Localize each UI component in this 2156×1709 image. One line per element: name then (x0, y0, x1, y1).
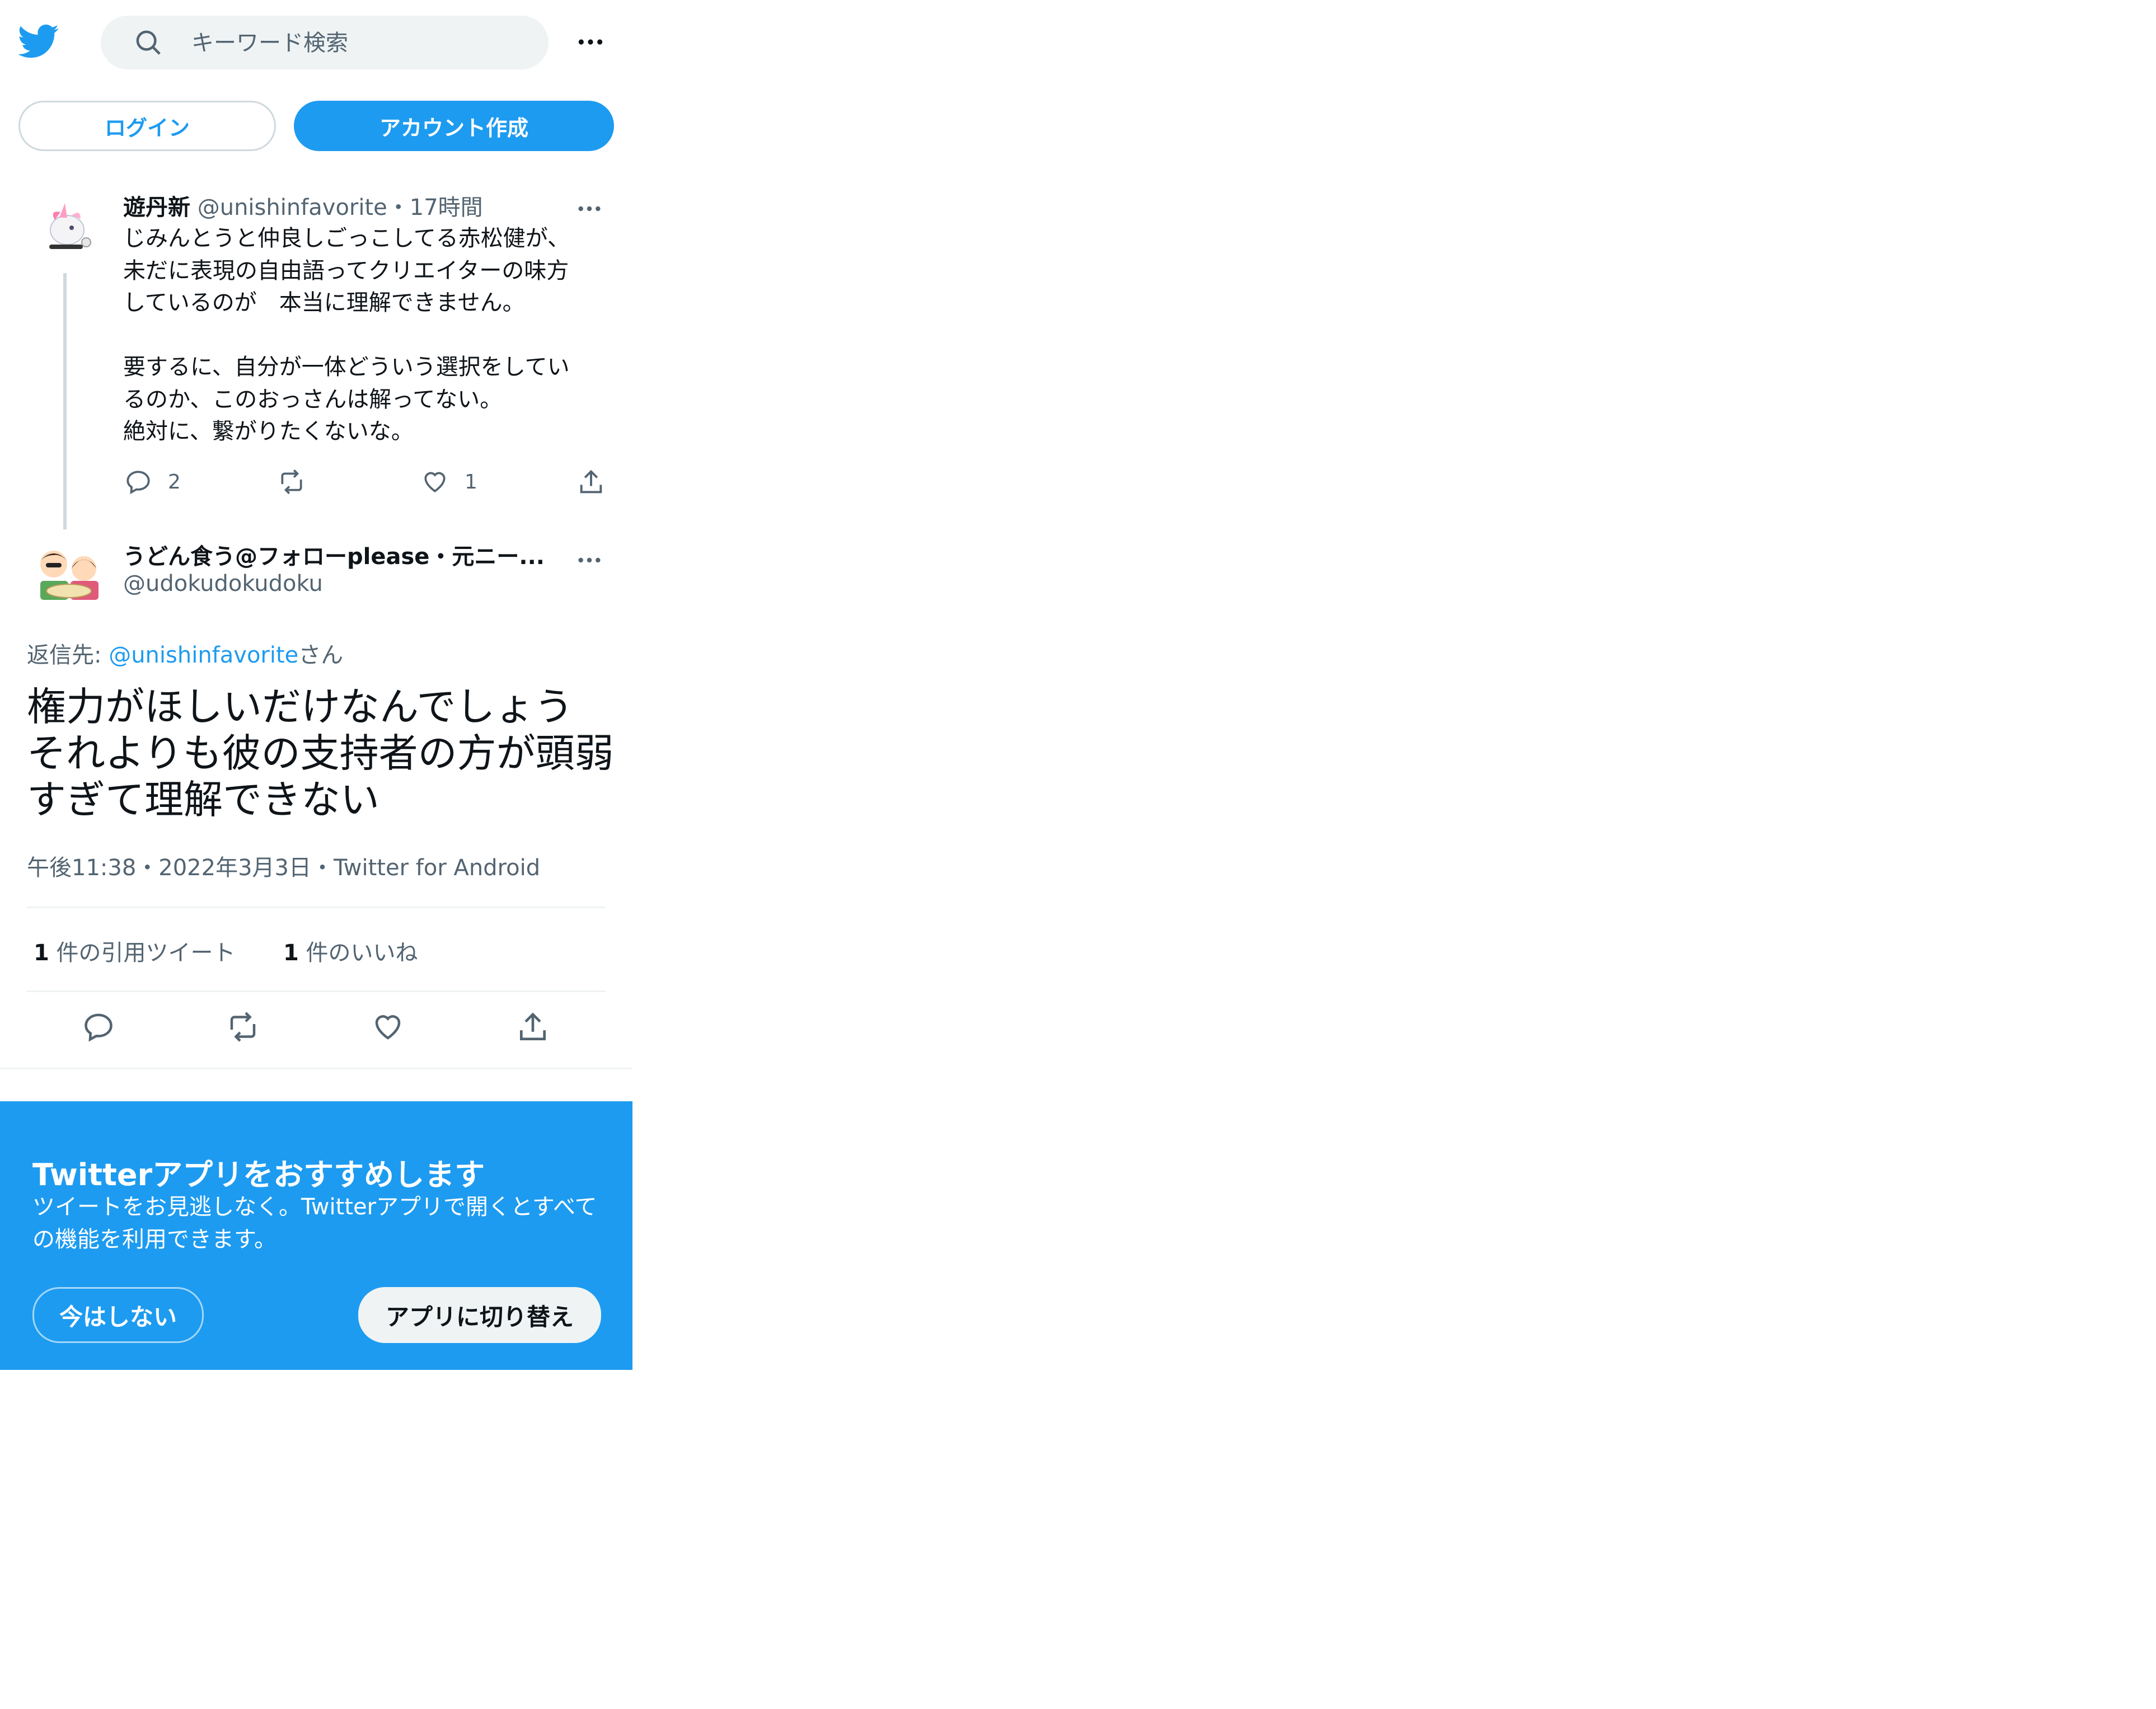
tweet-actions (27, 1010, 606, 1060)
login-button[interactable]: ログイン (18, 101, 276, 151)
search-icon (133, 27, 163, 58)
author-name[interactable]: 遊丹新 (123, 195, 190, 220)
tweet-time[interactable]: 午後11:38 (27, 855, 136, 881)
reply-prefix: 返信先: (27, 642, 109, 668)
likes-link[interactable]: 1 件のいいね (283, 940, 418, 966)
signup-button[interactable]: アカウント作成 (294, 101, 614, 151)
tweet-text: じみんとうと仲良しごっこしてる赤松健が、 未だに表現の自由語ってクリエイターの味… (123, 226, 570, 444)
reply-suffix: さん (298, 642, 344, 668)
like-label: 件のいいね (298, 940, 418, 966)
share-button[interactable] (577, 468, 606, 497)
heart-icon (421, 468, 449, 496)
like-count: 1 (283, 940, 299, 966)
author-handle[interactable]: @unishinfavorite (198, 195, 387, 220)
twitter-logo-icon[interactable] (18, 24, 59, 59)
tweet-header: 遊丹新 @unishinfavorite・17時間 (123, 189, 483, 222)
avatar[interactable] (32, 541, 105, 602)
search-input[interactable] (190, 27, 528, 59)
more-icon[interactable] (577, 28, 604, 56)
like-count: 1 (465, 470, 477, 494)
author-name[interactable]: うどん食う@フォローplease・元ニー... (123, 538, 545, 571)
not-now-button[interactable]: 今はしない (32, 1287, 204, 1343)
separator: ・ (136, 855, 159, 881)
heart-icon[interactable] (371, 1010, 405, 1044)
reply-button[interactable]: 2 (124, 468, 181, 496)
reply-to-link[interactable]: @unishinfavorite (109, 642, 298, 668)
like-button[interactable]: 1 (421, 468, 477, 496)
retweet-button[interactable] (277, 468, 306, 496)
quote-count: 1 (34, 940, 49, 966)
thread-line (63, 273, 67, 529)
share-icon[interactable] (515, 1010, 550, 1045)
quote-label: 件の引用ツイート (49, 940, 236, 966)
quote-tweets-link[interactable]: 1 件の引用ツイート (34, 940, 236, 966)
reply-context: 返信先: @unishinfavoriteさん (27, 637, 343, 669)
tweet-stats: 1 件の引用ツイート 1 件のいいね (34, 935, 418, 967)
app-prompt-body: ツイートをお見逃しなく。Twitterアプリで開くとすべての機能を利用できます。 (32, 1194, 597, 1252)
reply-icon (124, 468, 152, 496)
divider (0, 1068, 632, 1069)
tweet-date[interactable]: 2022年3月3日 (158, 855, 311, 881)
reply-icon[interactable] (82, 1010, 115, 1044)
tweet-source[interactable]: Twitter for Android (334, 855, 540, 881)
divider (27, 907, 606, 908)
more-icon[interactable] (577, 196, 602, 222)
search-box[interactable] (101, 16, 549, 69)
tweet-text: 権力がほしいだけなんでしょう それよりも彼の支持者の方が頭弱 すぎて理解できない (27, 684, 614, 823)
tweet-time[interactable]: 17時間 (410, 195, 483, 220)
share-icon (577, 468, 606, 497)
separator: ・ (387, 195, 410, 220)
retweet-icon[interactable] (226, 1010, 260, 1044)
app-prompt-title: Twitterアプリをおすすめします (32, 1157, 485, 1192)
switch-to-app-button[interactable]: アプリに切り替え (358, 1287, 601, 1343)
separator: ・ (311, 855, 334, 881)
more-icon[interactable] (577, 547, 602, 573)
avatar[interactable] (32, 193, 100, 260)
retweet-icon (277, 468, 306, 496)
author-handle[interactable]: @udokudokudoku (123, 571, 323, 597)
divider (27, 990, 606, 992)
tweet-meta: 午後11:38・2022年3月3日・Twitter for Android (27, 849, 540, 882)
reply-count: 2 (168, 470, 181, 494)
